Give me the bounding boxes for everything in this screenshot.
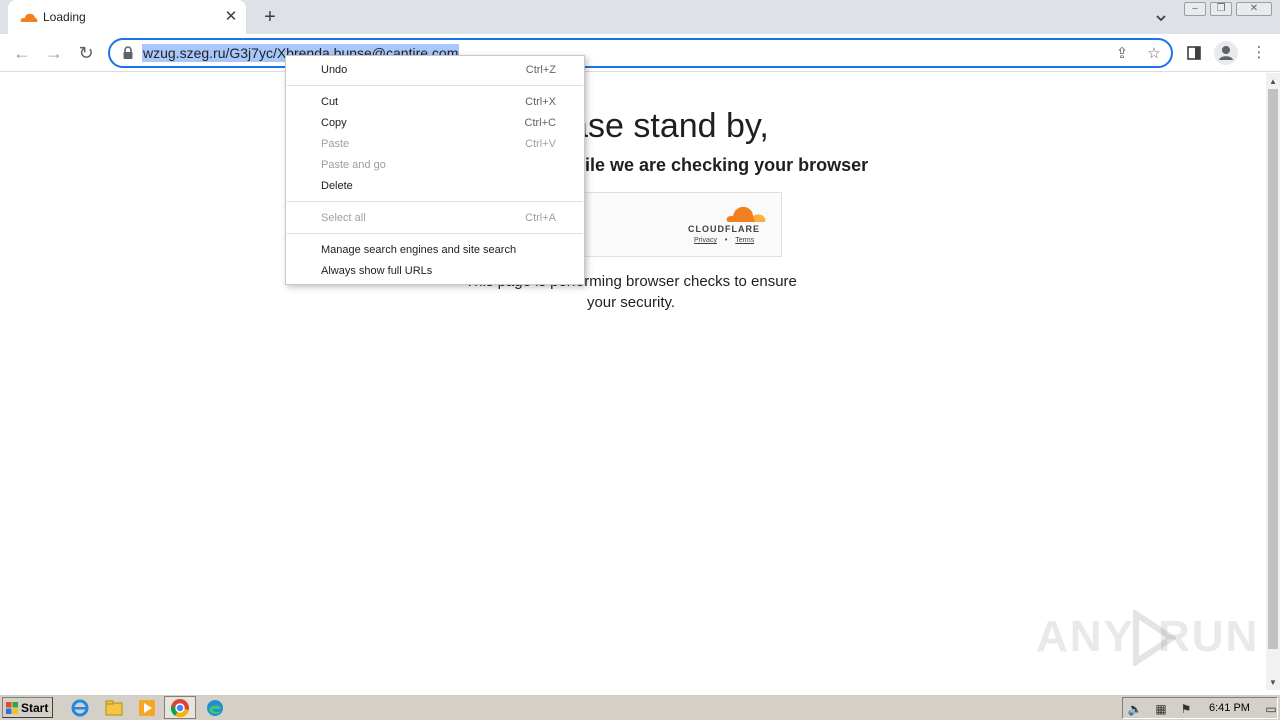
cloudflare-links: Privacy • Terms <box>694 237 754 244</box>
menu-item-copy[interactable]: Copy Ctrl+C <box>286 113 584 134</box>
internet-explorer-icon[interactable] <box>70 698 90 718</box>
star-icon[interactable]: ☆ <box>1144 44 1164 64</box>
menu-item-select-all: Select all Ctrl+A <box>286 208 584 229</box>
network-icon[interactable]: ▦ <box>1153 701 1169 717</box>
more-menu-icon[interactable]: ⋮ <box>1248 42 1270 64</box>
page-subheading: while we are checking your browser <box>560 155 869 175</box>
menu-item-cut[interactable]: Cut Ctrl+X <box>286 92 584 113</box>
privacy-link[interactable]: Privacy <box>694 237 717 244</box>
menu-separator <box>287 233 583 234</box>
volume-icon[interactable]: 🔈 <box>1127 701 1143 717</box>
menu-separator <box>287 201 583 202</box>
lock-icon[interactable] <box>122 46 134 60</box>
menu-item-always-show-full-urls[interactable]: Always show full URLs <box>286 261 584 282</box>
menu-item-paste-and-go: Paste and go <box>286 155 584 176</box>
system-tray: 🔈 ▦ ⚑ 6:41 PM ▭ <box>1122 697 1278 719</box>
menu-item-label: Cut <box>321 96 339 108</box>
cloudflare-icon <box>20 13 38 22</box>
restore-icon[interactable]: ❐ <box>1210 2 1232 16</box>
tab-close-icon[interactable]: ✕ <box>222 8 240 26</box>
back-arrow-icon[interactable]: ← <box>9 40 35 66</box>
menu-item-shortcut: Ctrl+X <box>525 96 556 108</box>
media-player-icon[interactable] <box>137 698 157 718</box>
windows-taskbar: Start 🔈 ▦ ⚑ 6:41 PM ▭ <box>0 694 1280 720</box>
minimize-icon[interactable]: – <box>1184 2 1206 16</box>
taskbar-chrome-button[interactable] <box>164 696 196 719</box>
tab-title: Loading <box>43 10 86 24</box>
watermark-right: RUN <box>1158 612 1260 661</box>
edge-icon[interactable] <box>205 698 225 718</box>
context-menu: Undo Ctrl+Z Cut Ctrl+X Copy Ctrl+C Paste… <box>285 55 585 285</box>
show-desktop-icon[interactable]: ▭ <box>1263 701 1279 717</box>
scroll-down-arrow-icon[interactable]: ▼ <box>1266 676 1280 690</box>
plus-icon[interactable]: + <box>258 6 282 28</box>
page-content: Please stand by, while we are checking y… <box>0 73 1266 690</box>
menu-item-undo[interactable]: Undo Ctrl+Z <box>286 60 584 81</box>
menu-item-delete[interactable]: Delete <box>286 176 584 197</box>
menu-item-manage-search-engines[interactable]: Manage search engines and site search <box>286 240 584 261</box>
close-icon[interactable]: ✕ <box>1236 2 1272 16</box>
menu-item-label: Delete <box>321 180 353 192</box>
menu-item-label: Paste <box>321 138 350 150</box>
address-bar[interactable]: wzug.szeg.ru/G3j7yc/Xbrenda.bunse@cantir… <box>108 38 1173 68</box>
menu-separator <box>287 85 583 86</box>
start-button[interactable]: Start <box>2 697 53 718</box>
action-center-flag-icon[interactable]: ⚑ <box>1178 701 1194 717</box>
terms-link[interactable]: Terms <box>735 237 754 244</box>
menu-item-label: Select all <box>321 212 366 224</box>
profile-avatar[interactable] <box>1214 41 1238 65</box>
reload-icon[interactable]: ↻ <box>73 40 99 66</box>
cloudflare-wordmark: CLOUDFLARE <box>688 224 760 234</box>
watermark-left: ANY <box>1036 612 1135 661</box>
forward-arrow-icon[interactable]: → <box>41 40 67 66</box>
tab-strip: Loading ✕ + – ❐ ✕ <box>0 0 1280 34</box>
link-separator: • <box>724 237 728 244</box>
browser-tab[interactable]: Loading ✕ <box>8 0 246 34</box>
chrome-icon <box>170 699 189 718</box>
menu-item-label: Always show full URLs <box>321 265 433 277</box>
browser-toolbar: ← → ↻ wzug.szeg.ru/G3j7yc/Xbrenda.bunse@… <box>0 34 1280 72</box>
share-icon[interactable]: ⇪ <box>1112 44 1132 64</box>
menu-item-paste: Paste Ctrl+V <box>286 134 584 155</box>
menu-item-shortcut: Ctrl+A <box>525 212 556 224</box>
anyrun-watermark: ANY RUN <box>1036 606 1257 670</box>
menu-item-label: Copy <box>321 117 347 129</box>
menu-item-label: Undo <box>321 64 348 76</box>
file-explorer-icon[interactable] <box>104 698 124 718</box>
side-panel-icon[interactable] <box>1183 42 1205 64</box>
menu-item-shortcut: Ctrl+Z <box>525 64 556 76</box>
vertical-scrollbar[interactable]: ▲ ▼ <box>1266 73 1280 690</box>
cloudflare-cloud-icon <box>726 206 766 222</box>
cloudflare-logo: CLOUDFLARE Privacy • Terms <box>688 203 766 251</box>
chevron-down-icon[interactable] <box>1150 8 1172 26</box>
menu-item-label: Paste and go <box>321 159 386 171</box>
start-label: Start <box>21 701 49 715</box>
menu-item-shortcut: Ctrl+V <box>525 138 556 150</box>
scroll-up-arrow-icon[interactable]: ▲ <box>1266 75 1280 89</box>
windows-logo-icon <box>6 702 18 714</box>
menu-item-label: Manage search engines and site search <box>321 244 517 256</box>
scroll-thumb[interactable] <box>1268 89 1278 649</box>
clock[interactable]: 6:41 PM <box>1209 702 1250 714</box>
menu-item-shortcut: Ctrl+C <box>524 117 556 129</box>
